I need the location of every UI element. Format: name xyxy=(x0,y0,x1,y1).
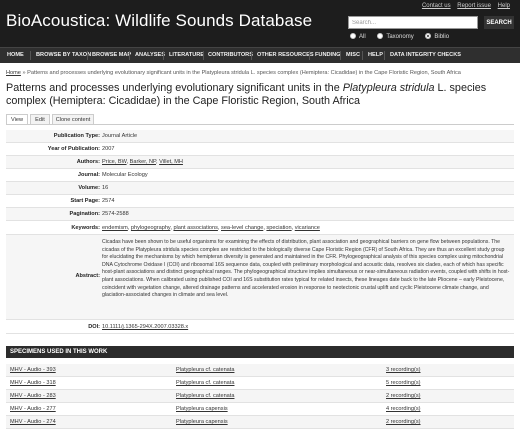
tabs-divider xyxy=(6,124,514,125)
recordings-link[interactable]: 3 recording(s) xyxy=(386,367,421,373)
volume-row: Volume: 16 xyxy=(6,182,514,195)
nav-analyses[interactable]: ANALYSES xyxy=(135,48,165,63)
specimen-id-link[interactable]: MHV - Audio - 274 xyxy=(10,419,56,425)
search-scope: All Taxonomy Biblio xyxy=(350,33,459,40)
nav-contributors[interactable]: CONTRIBUTORS xyxy=(208,48,253,63)
report-issue-link[interactable]: Report issue xyxy=(457,3,491,9)
doi-link[interactable]: 10.1111/j.1365-294X.2007.03328.x xyxy=(102,324,188,330)
abstract-text: Cicadas have been shown to be useful org… xyxy=(102,239,510,299)
recordings-link[interactable]: 2 recording(s) xyxy=(386,419,421,425)
volume-label: Volume: xyxy=(78,185,100,191)
search-scope-biblio-label: Biblio xyxy=(434,34,450,40)
start-page-label: Start Page: xyxy=(70,198,100,204)
search-button[interactable]: SEARCH xyxy=(484,16,514,29)
recordings-link[interactable]: 2 recording(s) xyxy=(386,393,421,399)
breadcrumb-current: » Patterns and processes underlying evol… xyxy=(20,70,461,76)
pagination-row: Pagination: 2574-2588 xyxy=(6,208,514,221)
keyword-link[interactable]: sea-level change xyxy=(221,225,263,231)
contact-us-link[interactable]: Contact us xyxy=(422,3,451,9)
recordings-link[interactable]: 5 recording(s) xyxy=(386,380,421,386)
authors-row: Authors: Price, BW, Barker, NP, Villet, … xyxy=(6,156,514,169)
authors-value: Price, BW, Barker, NP, Villet, MH xyxy=(102,159,183,165)
journal-value: Molecular Ecology xyxy=(102,172,148,178)
table-row: MHV - Audio - 318 Platypleura cf. catena… xyxy=(6,377,514,390)
nav-help[interactable]: HELP xyxy=(368,48,383,63)
author-link[interactable]: Villet, MH xyxy=(159,159,183,165)
publication-type-label: Publication Type: xyxy=(53,133,100,139)
radio-selected-icon xyxy=(425,33,432,39)
table-row: MHV - Audio - 393 Platypleura cf. catena… xyxy=(6,364,514,377)
abstract-row: Abstract: Cicadas have been shown to be … xyxy=(6,235,514,320)
taxon-link[interactable]: Platypleura cf. catenata xyxy=(176,393,234,399)
keyword-link[interactable]: vicariance xyxy=(295,225,320,231)
top-links: Contact us Report issue Help xyxy=(417,3,510,9)
recordings-link[interactable]: 4 recording(s) xyxy=(386,406,421,412)
doi-label: DOI: xyxy=(88,324,100,330)
table-row: MHV - Audio - 283 Platypleura cf. catena… xyxy=(6,390,514,403)
page-title-start: Patterns and processes underlying evolut… xyxy=(6,82,343,94)
taxon-link[interactable]: Platypleura cf. catenata xyxy=(176,367,234,373)
nav-literature[interactable]: LITERATURE xyxy=(169,48,204,63)
nav-funding[interactable]: FUNDING xyxy=(315,48,340,63)
journal-label: Journal: xyxy=(77,172,100,178)
table-row: MHV - Audio - 274 Platypleura capensis 2… xyxy=(6,416,514,429)
breadcrumb: Home » Patterns and processes underlying… xyxy=(6,70,461,76)
nav-data-integrity-checks[interactable]: DATA INTEGRITY CHECKS xyxy=(390,48,461,63)
journal-row: Journal: Molecular Ecology xyxy=(6,169,514,182)
doi-row: DOI: 10.1111/j.1365-294X.2007.03328.x xyxy=(6,320,514,334)
doi-value: 10.1111/j.1365-294X.2007.03328.x xyxy=(102,324,510,331)
keyword-link[interactable]: endemism xyxy=(102,225,128,231)
main-nav: HOME BROWSE BY TAXON BROWSE MAP ANALYSES… xyxy=(0,47,520,63)
site-header: BioAcoustica: Wildlife Sounds Database C… xyxy=(0,0,520,47)
nav-home[interactable]: HOME xyxy=(7,48,24,63)
specimen-id-link[interactable]: MHV - Audio - 318 xyxy=(10,380,56,386)
abstract-label: Abstract: xyxy=(75,273,100,279)
radio-icon xyxy=(377,33,384,39)
search-scope-all[interactable]: All xyxy=(350,33,366,40)
radio-icon xyxy=(350,33,356,39)
keywords-value: endemism, phylogeography, plant associat… xyxy=(102,225,320,231)
keywords-label: Keywords: xyxy=(71,225,100,231)
breadcrumb-home[interactable]: Home xyxy=(6,70,21,76)
help-link[interactable]: Help xyxy=(498,3,510,9)
nav-browse-map[interactable]: BROWSE MAP xyxy=(92,48,131,63)
start-page-row: Start Page: 2574 xyxy=(6,195,514,208)
author-link[interactable]: Barker, NP xyxy=(130,159,156,165)
keyword-link[interactable]: plant associations xyxy=(173,225,217,231)
page-title: Patterns and processes underlying evolut… xyxy=(6,82,516,108)
site-title[interactable]: BioAcoustica: Wildlife Sounds Database xyxy=(6,11,312,31)
specimen-id-link[interactable]: MHV - Audio - 277 xyxy=(10,406,56,412)
search-input[interactable] xyxy=(348,16,478,29)
taxon-link[interactable]: Platypleura cf. catenata xyxy=(176,380,234,386)
nav-browse-by-taxon[interactable]: BROWSE BY TAXON xyxy=(36,48,91,63)
table-row: MHV - Audio - 277 Platypleura capensis 4… xyxy=(6,403,514,416)
authors-label: Authors: xyxy=(76,159,100,165)
nav-other-resources[interactable]: OTHER RESOURCES xyxy=(257,48,314,63)
volume-value: 16 xyxy=(102,185,109,191)
year-row: Year of Publication: 2007 xyxy=(6,143,514,156)
taxon-link[interactable]: Platypleura capensis xyxy=(176,406,228,412)
start-page-value: 2574 xyxy=(102,198,115,204)
specimens-heading: SPECIMENS USED IN THIS WORK xyxy=(6,346,514,358)
author-link[interactable]: Price, BW xyxy=(102,159,127,165)
specimen-id-link[interactable]: MHV - Audio - 393 xyxy=(10,367,56,373)
page-title-species: Platypleura stridula xyxy=(342,82,435,94)
specimen-id-link[interactable]: MHV - Audio - 283 xyxy=(10,393,56,399)
keywords-row: Keywords: endemism, phylogeography, plan… xyxy=(6,221,514,235)
publication-type-value: Journal Article xyxy=(102,133,138,139)
search-scope-taxonomy-label: Taxonomy xyxy=(386,34,414,40)
search-scope-taxonomy[interactable]: Taxonomy xyxy=(377,33,414,40)
pagination-value: 2574-2588 xyxy=(102,211,129,217)
search-scope-all-label: All xyxy=(359,34,366,40)
keyword-link[interactable]: phylogeography xyxy=(131,225,170,231)
taxon-link[interactable]: Platypleura capensis xyxy=(176,419,228,425)
publication-type-row: Publication Type: Journal Article xyxy=(6,130,514,143)
nav-misc[interactable]: MISC xyxy=(346,48,360,63)
year-value: 2007 xyxy=(102,146,115,152)
search-scope-biblio[interactable]: Biblio xyxy=(425,33,449,40)
keyword-link[interactable]: speciation xyxy=(266,225,291,231)
pagination-label: Pagination: xyxy=(69,211,100,217)
year-label: Year of Publication: xyxy=(47,146,100,152)
